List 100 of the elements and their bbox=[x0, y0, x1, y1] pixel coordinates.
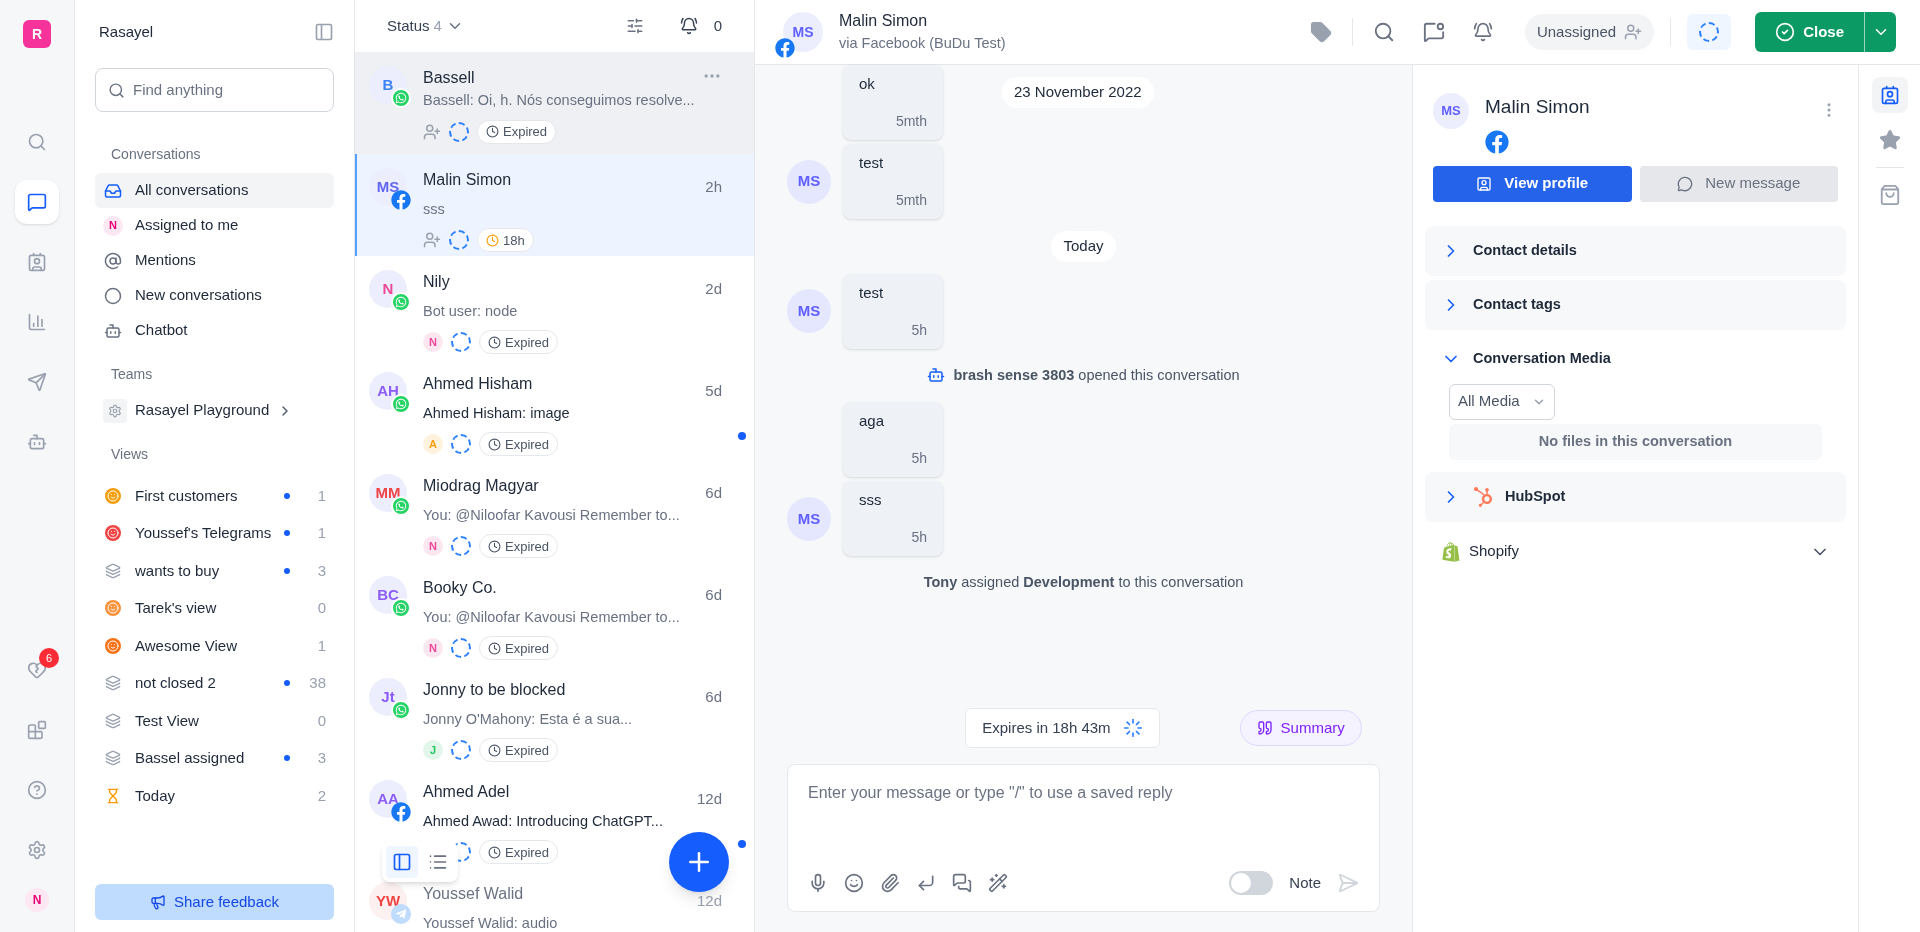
section-title: Conversation Media bbox=[1473, 348, 1611, 368]
summary-button[interactable]: Summary bbox=[1239, 710, 1362, 746]
contact-name: Jonny to be blocked bbox=[423, 680, 566, 700]
shopping-bag-icon[interactable] bbox=[1878, 184, 1901, 206]
assign-user-icon[interactable] bbox=[423, 122, 441, 141]
media-filter[interactable]: All Media bbox=[1449, 383, 1555, 420]
layers-icon bbox=[105, 712, 121, 729]
status-filter[interactable]: Status 4 bbox=[387, 14, 464, 38]
contact-avatar: Jt bbox=[369, 678, 407, 716]
nav-item-label: Mentions bbox=[135, 250, 196, 271]
bell-icon[interactable] bbox=[679, 17, 698, 35]
view-count: 38 bbox=[308, 673, 326, 693]
section-header[interactable]: HubSpot bbox=[1425, 471, 1846, 522]
section-heading: Conversations bbox=[110, 145, 202, 164]
conversation-item[interactable]: AH Ahmed Hisham 5d Ahmed Hisham: image A Expired bbox=[355, 358, 754, 460]
section-header[interactable]: Contact tags bbox=[1425, 279, 1846, 330]
panel-toggle-icon[interactable] bbox=[314, 22, 334, 42]
view-item[interactable]: Today 2 bbox=[95, 777, 334, 815]
search-input[interactable]: Find anything bbox=[133, 78, 321, 102]
view-item[interactable]: First customers 1 bbox=[95, 477, 334, 515]
view-item[interactable]: wants to buy 3 bbox=[95, 552, 334, 590]
microphone-icon[interactable] bbox=[808, 873, 828, 893]
view-item[interactable]: Test View 0 bbox=[95, 702, 334, 740]
conversation-item[interactable]: N Nily 2d Bot user: node N Expired bbox=[355, 256, 754, 358]
view-label: Tarek's view bbox=[135, 598, 218, 618]
message-input[interactable]: Enter your message or type "/" to use a saved reply bbox=[808, 781, 1359, 871]
bell-icon[interactable] bbox=[1472, 22, 1493, 42]
tag-icon[interactable] bbox=[1309, 21, 1332, 43]
conversation-time: 12d bbox=[696, 891, 722, 911]
team-placeholder-icon bbox=[451, 638, 471, 659]
timer-badge: Expired bbox=[479, 840, 559, 865]
contact-card-icon[interactable] bbox=[1871, 77, 1908, 113]
conversation-item[interactable]: B Bassell Bassell: Oi, h. Nós conseguimos resolve... Expired bbox=[355, 52, 754, 154]
new-conversation-button[interactable] bbox=[669, 832, 729, 892]
section-header[interactable]: Contact details bbox=[1425, 225, 1846, 276]
shopping-bag-icon bbox=[1441, 541, 1461, 562]
view-item[interactable]: Youssef's Telegrams 1 bbox=[95, 514, 334, 552]
assign-user-icon[interactable] bbox=[423, 231, 441, 250]
view-profile-button[interactable]: View profile bbox=[1433, 165, 1632, 202]
nav-item[interactable]: All conversations bbox=[95, 173, 334, 208]
nav-item[interactable]: N Assigned to me bbox=[95, 208, 334, 243]
bot-icon bbox=[927, 366, 946, 385]
note-toggle[interactable] bbox=[1229, 871, 1274, 895]
nav-item[interactable]: Mentions bbox=[95, 243, 334, 278]
conversation-item[interactable]: MS Malin Simon 2h sss 18h bbox=[355, 154, 754, 256]
timer-badge: Expired bbox=[479, 432, 559, 457]
assignee-avatar: J bbox=[423, 740, 443, 761]
message-composer[interactable]: Enter your message or type "/" to use a saved reply Note bbox=[787, 764, 1380, 912]
nav-item[interactable]: New conversations bbox=[95, 278, 334, 313]
emoji-icon[interactable] bbox=[844, 873, 864, 893]
view-item[interactable]: not closed 2 38 bbox=[95, 664, 334, 702]
view-count: 2 bbox=[316, 785, 326, 806]
layers-icon bbox=[105, 675, 121, 692]
message-text: test bbox=[859, 153, 885, 173]
view-count: 3 bbox=[316, 560, 326, 581]
chat-icon[interactable] bbox=[15, 180, 59, 224]
star-icon[interactable] bbox=[1878, 129, 1901, 151]
layers-icon bbox=[105, 750, 121, 767]
view-item[interactable]: Bassel assigned 3 bbox=[95, 739, 334, 777]
conversation-item[interactable]: BC Booky Co. 6d You: @Niloofar Kavousi Remember to... N Expired bbox=[355, 562, 754, 664]
team-placeholder-icon bbox=[449, 230, 469, 251]
send-icon[interactable] bbox=[1337, 872, 1359, 894]
timer-badge: Expired bbox=[479, 534, 559, 559]
contact-name: Ahmed Hisham bbox=[423, 374, 533, 394]
reply-icon[interactable] bbox=[916, 873, 936, 893]
section-header[interactable]: Conversation Media bbox=[1425, 333, 1846, 384]
conversation-item[interactable]: Jt Jonny to be blocked 6d Jonny O'Mahony: Esta é a sua... J Expired bbox=[355, 664, 754, 766]
contact-name: Youssef Walid bbox=[423, 884, 524, 904]
conversation-item[interactable]: YW Youssef Walid 12d Youssef Walid: audio bbox=[355, 868, 754, 932]
view-label: Youssef's Telegrams bbox=[135, 523, 272, 543]
layers-icon bbox=[105, 562, 121, 579]
chat-note-icon[interactable] bbox=[1422, 21, 1445, 43]
filter-icon[interactable] bbox=[625, 17, 644, 35]
search-field[interactable]: Find anything bbox=[95, 68, 334, 112]
nav-item-label: All conversations bbox=[135, 180, 249, 201]
nav-item[interactable]: Chatbot bbox=[95, 313, 334, 348]
search-icon[interactable] bbox=[1372, 21, 1395, 43]
user-avatar[interactable]: N bbox=[25, 888, 49, 912]
timer-badge: Expired bbox=[477, 119, 557, 144]
new-message-button[interactable]: New message bbox=[1639, 165, 1838, 202]
split-view-icon[interactable] bbox=[386, 846, 418, 878]
contact-avatar: MS bbox=[1433, 93, 1469, 129]
gear-icon bbox=[103, 398, 127, 423]
attachment-icon[interactable] bbox=[880, 873, 900, 893]
section-header[interactable]: Shopify bbox=[1425, 525, 1846, 578]
team-button[interactable] bbox=[1687, 14, 1732, 50]
saved-replies-icon[interactable] bbox=[952, 873, 972, 893]
conversation-item[interactable]: MM Miodrag Magyar 6d You: @Niloofar Kavousi Remember to... N Expired bbox=[355, 460, 754, 562]
view-count: 1 bbox=[316, 635, 326, 656]
assign-button[interactable]: Unassigned bbox=[1524, 14, 1655, 50]
check-icon bbox=[1775, 22, 1796, 42]
message-preview: sss bbox=[423, 199, 446, 219]
view-item[interactable]: Tarek's view 0 bbox=[95, 589, 334, 627]
team-item[interactable]: Rasayel Playground bbox=[95, 393, 334, 428]
share-feedback-button[interactable]: Share feedback bbox=[95, 884, 334, 920]
workspace-logo[interactable]: R bbox=[23, 20, 51, 48]
nav-item-label: New conversations bbox=[135, 285, 262, 306]
view-item[interactable]: Awesome View 1 bbox=[95, 627, 334, 665]
team-placeholder-icon bbox=[451, 740, 471, 761]
magic-wand-icon[interactable] bbox=[988, 873, 1008, 893]
